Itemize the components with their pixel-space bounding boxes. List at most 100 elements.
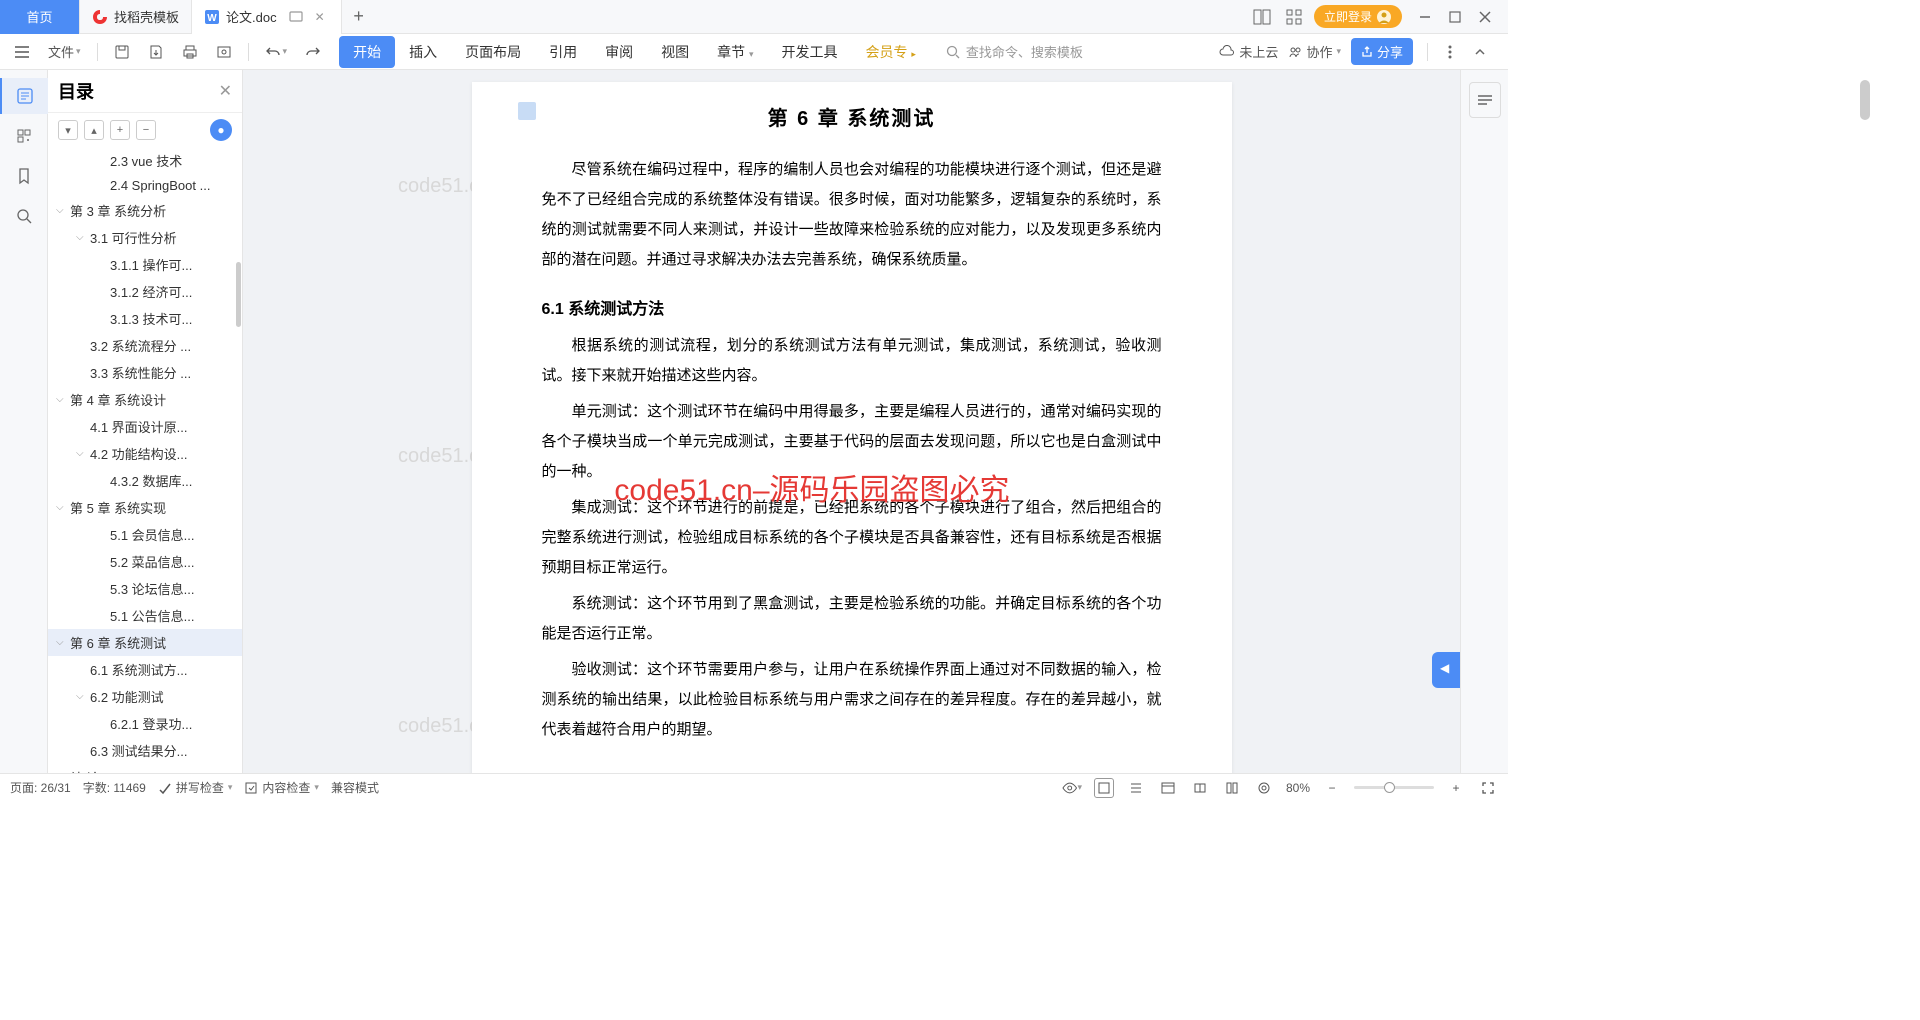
right-panel-icon[interactable] — [1469, 82, 1501, 118]
zoom-value[interactable]: 80% — [1286, 781, 1310, 795]
outline-item[interactable]: ⌵4.2 功能结构设... — [48, 440, 242, 467]
status-contentcheck[interactable]: 内容检查 ▾ — [244, 779, 319, 796]
outline-item[interactable]: 3.1.1 操作可... — [48, 251, 242, 278]
view-page-icon[interactable] — [1094, 778, 1114, 798]
tab-close-icon[interactable]: ✕ — [315, 10, 329, 24]
redo-icon[interactable] — [299, 41, 327, 63]
outline-item-label: 5.2 菜品信息... — [110, 552, 195, 571]
view-split-icon[interactable] — [1222, 778, 1242, 798]
outline-item[interactable]: ⌵第 6 章 系统测试 — [48, 629, 242, 656]
ribbon-insert[interactable]: 插入 — [395, 36, 451, 68]
outline-item-label: 5.3 论坛信息... — [110, 579, 195, 598]
cast-icon[interactable] — [289, 10, 303, 24]
ribbon-member[interactable]: 会员专 ▸ — [852, 36, 930, 68]
login-button[interactable]: 立即登录 — [1314, 5, 1402, 28]
outline-item[interactable]: 5.1 公告信息... — [48, 602, 242, 629]
close-button[interactable] — [1470, 3, 1500, 31]
maximize-button[interactable] — [1440, 3, 1470, 31]
menu-icon[interactable] — [8, 41, 36, 63]
outline-item[interactable]: 3.1.2 经济可... — [48, 278, 242, 305]
export-pdf-icon[interactable] — [142, 40, 170, 64]
print-preview-icon[interactable] — [210, 40, 238, 64]
ribbon-devtools[interactable]: 开发工具 — [768, 36, 852, 68]
outline-item[interactable]: ⌵第 4 章 系统设计 — [48, 386, 242, 413]
outline-item-label: 2.3 vue 技术 — [110, 151, 182, 170]
status-page[interactable]: 页面: 26/31 — [10, 779, 71, 796]
outline-item[interactable]: 4.3.2 数据库... — [48, 467, 242, 494]
outline-item-label: 第 6 章 系统测试 — [70, 633, 166, 652]
status-compat[interactable]: 兼容模式 — [331, 779, 379, 796]
outline-collapse-all[interactable]: ▾ — [58, 120, 78, 140]
search-input[interactable]: 查找命令、搜索模板 — [946, 42, 1216, 61]
rail-outline-icon[interactable] — [0, 78, 48, 114]
outline-item[interactable]: ⌵3.1 可行性分析 — [48, 224, 242, 251]
tab-home[interactable]: 首页 — [0, 0, 80, 34]
word-icon: W — [204, 9, 220, 25]
app-grid-icon[interactable] — [1282, 5, 1306, 29]
outline-item[interactable]: 6.2.1 登录功... — [48, 710, 242, 737]
outline-ai-icon[interactable]: ● — [210, 119, 232, 141]
outline-item[interactable]: 2.3 vue 技术 — [48, 147, 242, 174]
undo-icon[interactable]: ▾ — [259, 41, 294, 63]
outline-remove[interactable]: − — [136, 120, 156, 140]
minimize-button[interactable] — [1410, 3, 1440, 31]
outline-item[interactable]: 4.1 界面设计原... — [48, 413, 242, 440]
outline-item[interactable]: 5.3 论坛信息... — [48, 575, 242, 602]
outline-item[interactable]: 3.2 系统流程分 ... — [48, 332, 242, 359]
section-title: 6.1 系统测试方法 — [542, 295, 1162, 319]
outline-item[interactable]: ⌵第 5 章 系统实现 — [48, 494, 242, 521]
status-spellcheck[interactable]: 拼写检查 ▾ — [158, 779, 233, 796]
outline-item-label: 第 3 章 系统分析 — [70, 201, 166, 220]
page-doc-icon[interactable] — [518, 102, 536, 120]
share-button[interactable]: 分享 — [1351, 38, 1413, 65]
zoom-in-icon[interactable]: + — [1446, 778, 1466, 798]
titlebar: 首页 找稻壳模板 W 论文.doc ✕ + 立即登录 — [0, 0, 1508, 34]
print-icon[interactable] — [176, 40, 204, 64]
outline-item[interactable]: 结 论 — [48, 764, 242, 773]
side-expand-tab[interactable] — [1432, 652, 1460, 688]
outline-item[interactable]: 6.3 测试结果分... — [48, 737, 242, 764]
document-area[interactable]: code51.cn code51.cn code51.cn 第 6 章 系统测试… — [243, 70, 1460, 773]
save-icon[interactable] — [108, 40, 136, 64]
ribbon-review[interactable]: 审阅 — [591, 36, 647, 68]
outline-scrollbar[interactable] — [236, 262, 241, 327]
settings-icon[interactable] — [1254, 778, 1274, 798]
collab-button[interactable]: 协作 ▾ — [1288, 42, 1341, 61]
fullscreen-icon[interactable] — [1478, 778, 1498, 798]
ribbon-chapter[interactable]: 章节 ▾ — [703, 36, 767, 68]
status-eye-icon[interactable]: ▾ — [1062, 778, 1082, 798]
outline-item[interactable]: 5.1 会员信息... — [48, 521, 242, 548]
rail-bookmark-icon[interactable] — [0, 158, 48, 194]
view-outline-icon[interactable] — [1126, 778, 1146, 798]
zoom-out-icon[interactable]: − — [1322, 778, 1342, 798]
outline-item[interactable]: ⌵第 3 章 系统分析 — [48, 197, 242, 224]
outline-close-icon[interactable]: ✕ — [219, 81, 232, 101]
ribbon-view[interactable]: 视图 — [647, 36, 703, 68]
status-words[interactable]: 字数: 11469 — [83, 779, 146, 796]
outline-item[interactable]: ⌵6.2 功能测试 — [48, 683, 242, 710]
cloud-status[interactable]: 未上云 — [1219, 42, 1278, 61]
view-read-icon[interactable] — [1190, 778, 1210, 798]
outline-item[interactable]: 3.3 系统性能分 ... — [48, 359, 242, 386]
outline-item[interactable]: 6.1 系统测试方... — [48, 656, 242, 683]
ribbon-start[interactable]: 开始 — [339, 36, 395, 68]
tab-template[interactable]: 找稻壳模板 — [80, 0, 192, 34]
collapse-ribbon-icon[interactable] — [1468, 42, 1492, 62]
tab-document[interactable]: W 论文.doc ✕ — [192, 0, 342, 34]
rail-nav-icon[interactable] — [0, 118, 48, 154]
outline-item[interactable]: 3.1.3 技术可... — [48, 305, 242, 332]
ribbon-layout[interactable]: 页面布局 — [451, 36, 535, 68]
zoom-slider[interactable] — [1354, 786, 1434, 789]
outline-item[interactable]: 5.2 菜品信息... — [48, 548, 242, 575]
reading-layout-icon[interactable] — [1250, 5, 1274, 29]
outline-expand-all[interactable]: ▴ — [84, 120, 104, 140]
tab-add-button[interactable]: + — [342, 6, 376, 27]
rail-search-icon[interactable] — [0, 198, 48, 234]
more-icon[interactable] — [1442, 41, 1458, 63]
outline-add[interactable]: + — [110, 120, 130, 140]
ribbon-reference[interactable]: 引用 — [535, 36, 591, 68]
view-web-icon[interactable] — [1158, 778, 1178, 798]
outline-item[interactable]: 2.4 SpringBoot ... — [48, 174, 242, 197]
outline-item-label: 2.4 SpringBoot ... — [110, 178, 210, 193]
file-menu[interactable]: 文件 ▾ — [42, 38, 87, 65]
